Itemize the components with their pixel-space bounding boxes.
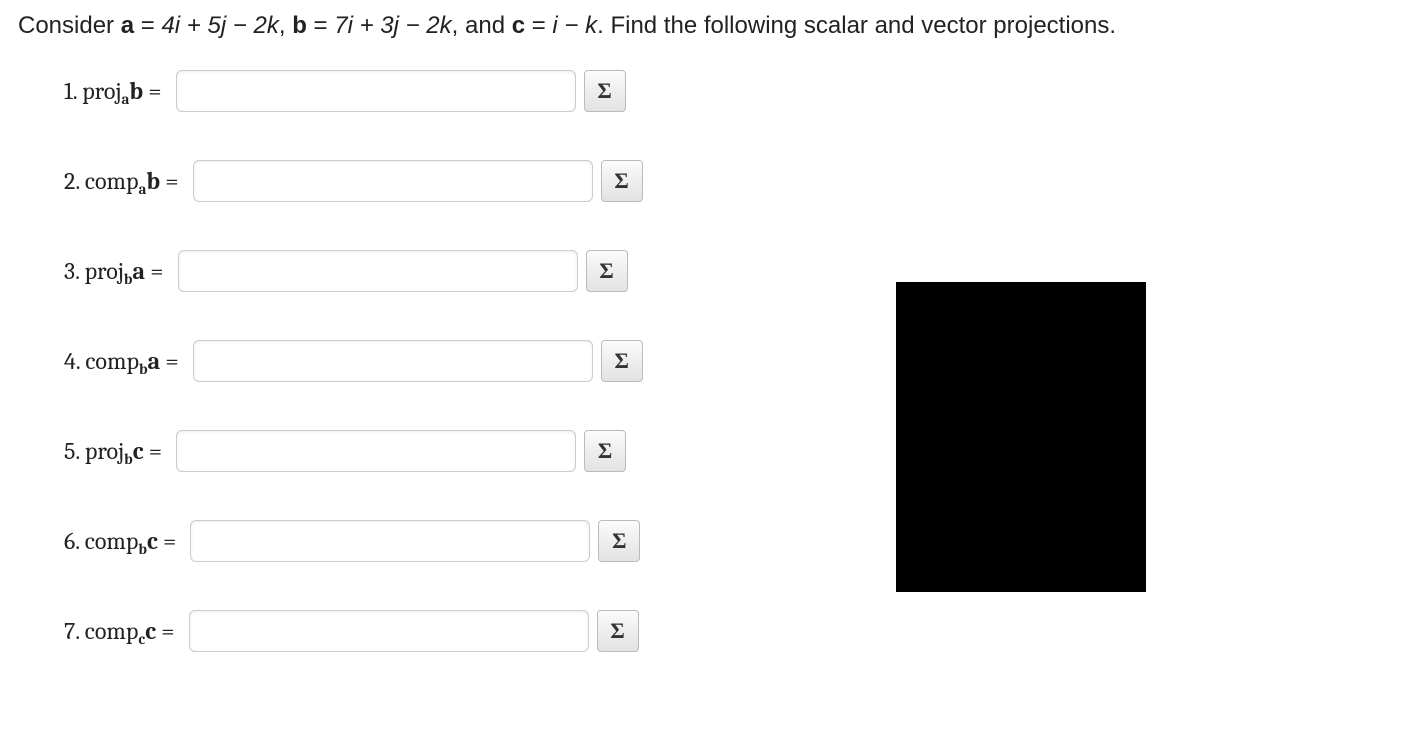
sigma-icon: Σ — [599, 258, 613, 284]
question-row: 6. compbc = Σ — [64, 518, 1409, 564]
vector-c-rhs: i − k — [552, 12, 597, 39]
question-list: 1. projab = Σ 2. compab = Σ 3. projba = … — [18, 68, 1409, 654]
redacted-region — [896, 282, 1146, 592]
sigma-icon: Σ — [610, 618, 624, 644]
prompt-suffix: . Find the following scalar and vector p… — [597, 12, 1116, 39]
answer-input-4[interactable] — [193, 340, 593, 382]
question-label: 6. compbc = — [64, 527, 176, 555]
question-row: 7. compcc = Σ — [64, 608, 1409, 654]
answer-input-1[interactable] — [176, 70, 576, 112]
vector-c-lhs: c — [512, 12, 525, 39]
question-row: 4. compba = Σ — [64, 338, 1409, 384]
question-row: 3. projba = Σ — [64, 248, 1409, 294]
answer-input-5[interactable] — [176, 430, 576, 472]
problem-statement: Consider a = 4i + 5j − 2k, b = 7i + 3j −… — [18, 12, 1409, 40]
vector-b-lhs: b — [292, 12, 307, 39]
question-label: 3. projba = — [64, 257, 164, 285]
equation-editor-button[interactable]: Σ — [601, 340, 643, 382]
question-label: 4. compba = — [64, 347, 179, 375]
sigma-icon: Σ — [614, 168, 628, 194]
question-label: 2. compab = — [64, 167, 179, 195]
equation-editor-button[interactable]: Σ — [598, 520, 640, 562]
sigma-icon: Σ — [614, 348, 628, 374]
sigma-icon: Σ — [612, 528, 626, 554]
vector-a-lhs: a — [121, 12, 134, 39]
equation-editor-button[interactable]: Σ — [586, 250, 628, 292]
equation-editor-button[interactable]: Σ — [584, 430, 626, 472]
answer-input-6[interactable] — [190, 520, 590, 562]
equation-editor-button[interactable]: Σ — [601, 160, 643, 202]
equation-editor-button[interactable]: Σ — [584, 70, 626, 112]
answer-input-3[interactable] — [178, 250, 578, 292]
question-label: 5. projbc = — [64, 437, 162, 465]
answer-input-2[interactable] — [193, 160, 593, 202]
question-label: 7. compcc = — [64, 617, 175, 645]
answer-input-7[interactable] — [189, 610, 589, 652]
question-row: 5. projbc = Σ — [64, 428, 1409, 474]
prompt-prefix: Consider — [18, 12, 121, 39]
vector-b-rhs: 7i + 3j − 2k — [334, 12, 451, 39]
equation-editor-button[interactable]: Σ — [597, 610, 639, 652]
question-row: 2. compab = Σ — [64, 158, 1409, 204]
question-row: 1. projab = Σ — [64, 68, 1409, 114]
sigma-icon: Σ — [597, 78, 611, 104]
question-label: 1. projab = — [64, 77, 162, 105]
sigma-icon: Σ — [598, 438, 612, 464]
vector-a-rhs: 4i + 5j − 2k — [161, 12, 278, 39]
